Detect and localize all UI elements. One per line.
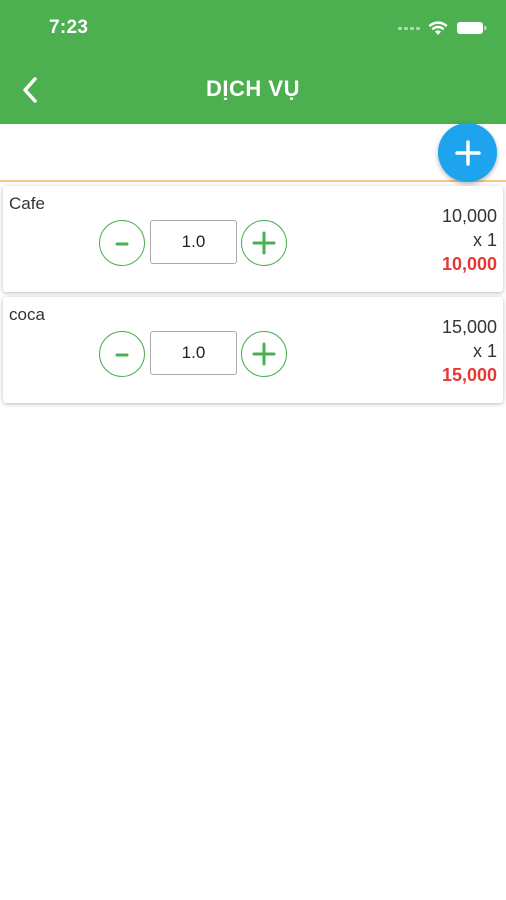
app-bar: 7:23 DỊCH VỤ bbox=[0, 0, 506, 124]
quantity-multiplier: x 1 bbox=[472, 341, 497, 361]
unit-price: 15,000 bbox=[441, 317, 497, 337]
price-column: 10,000 x 1 10,000 bbox=[442, 204, 497, 276]
decrease-quantity-button[interactable] bbox=[99, 331, 145, 377]
wifi-icon bbox=[428, 21, 448, 35]
item-name: Cafe bbox=[9, 194, 45, 213]
line-total: 15,000 bbox=[441, 365, 497, 385]
price-column: 15,000 x 1 15,000 bbox=[442, 315, 497, 387]
unit-price: 10,000 bbox=[441, 206, 497, 226]
battery-icon bbox=[457, 22, 487, 34]
service-item-card: Cafe 1.0 10,000 x 1 10,000 bbox=[3, 186, 503, 292]
decrease-quantity-button[interactable] bbox=[99, 220, 145, 266]
status-time: 7:23 bbox=[49, 17, 89, 38]
increase-quantity-button[interactable] bbox=[241, 220, 287, 266]
page-title: DỊCH VỤ bbox=[206, 76, 300, 101]
quantity-input[interactable]: 1.0 bbox=[150, 331, 237, 375]
minus-icon bbox=[115, 353, 129, 357]
service-item-card: coca 1.0 15,000 x 1 15,000 bbox=[3, 297, 503, 403]
increase-quantity-button[interactable] bbox=[241, 331, 287, 377]
add-service-button[interactable] bbox=[438, 123, 497, 182]
minus-icon bbox=[115, 242, 129, 246]
cellular-signal-icon bbox=[398, 26, 420, 30]
status-icons bbox=[398, 16, 488, 40]
item-name: coca bbox=[9, 305, 45, 324]
quantity-input[interactable]: 1.0 bbox=[150, 220, 237, 264]
action-row bbox=[0, 124, 506, 182]
plus-icon bbox=[252, 342, 276, 366]
plus-icon bbox=[252, 231, 276, 255]
line-total: 10,000 bbox=[441, 254, 497, 274]
quantity-multiplier: x 1 bbox=[472, 230, 497, 250]
plus-icon bbox=[454, 139, 481, 166]
